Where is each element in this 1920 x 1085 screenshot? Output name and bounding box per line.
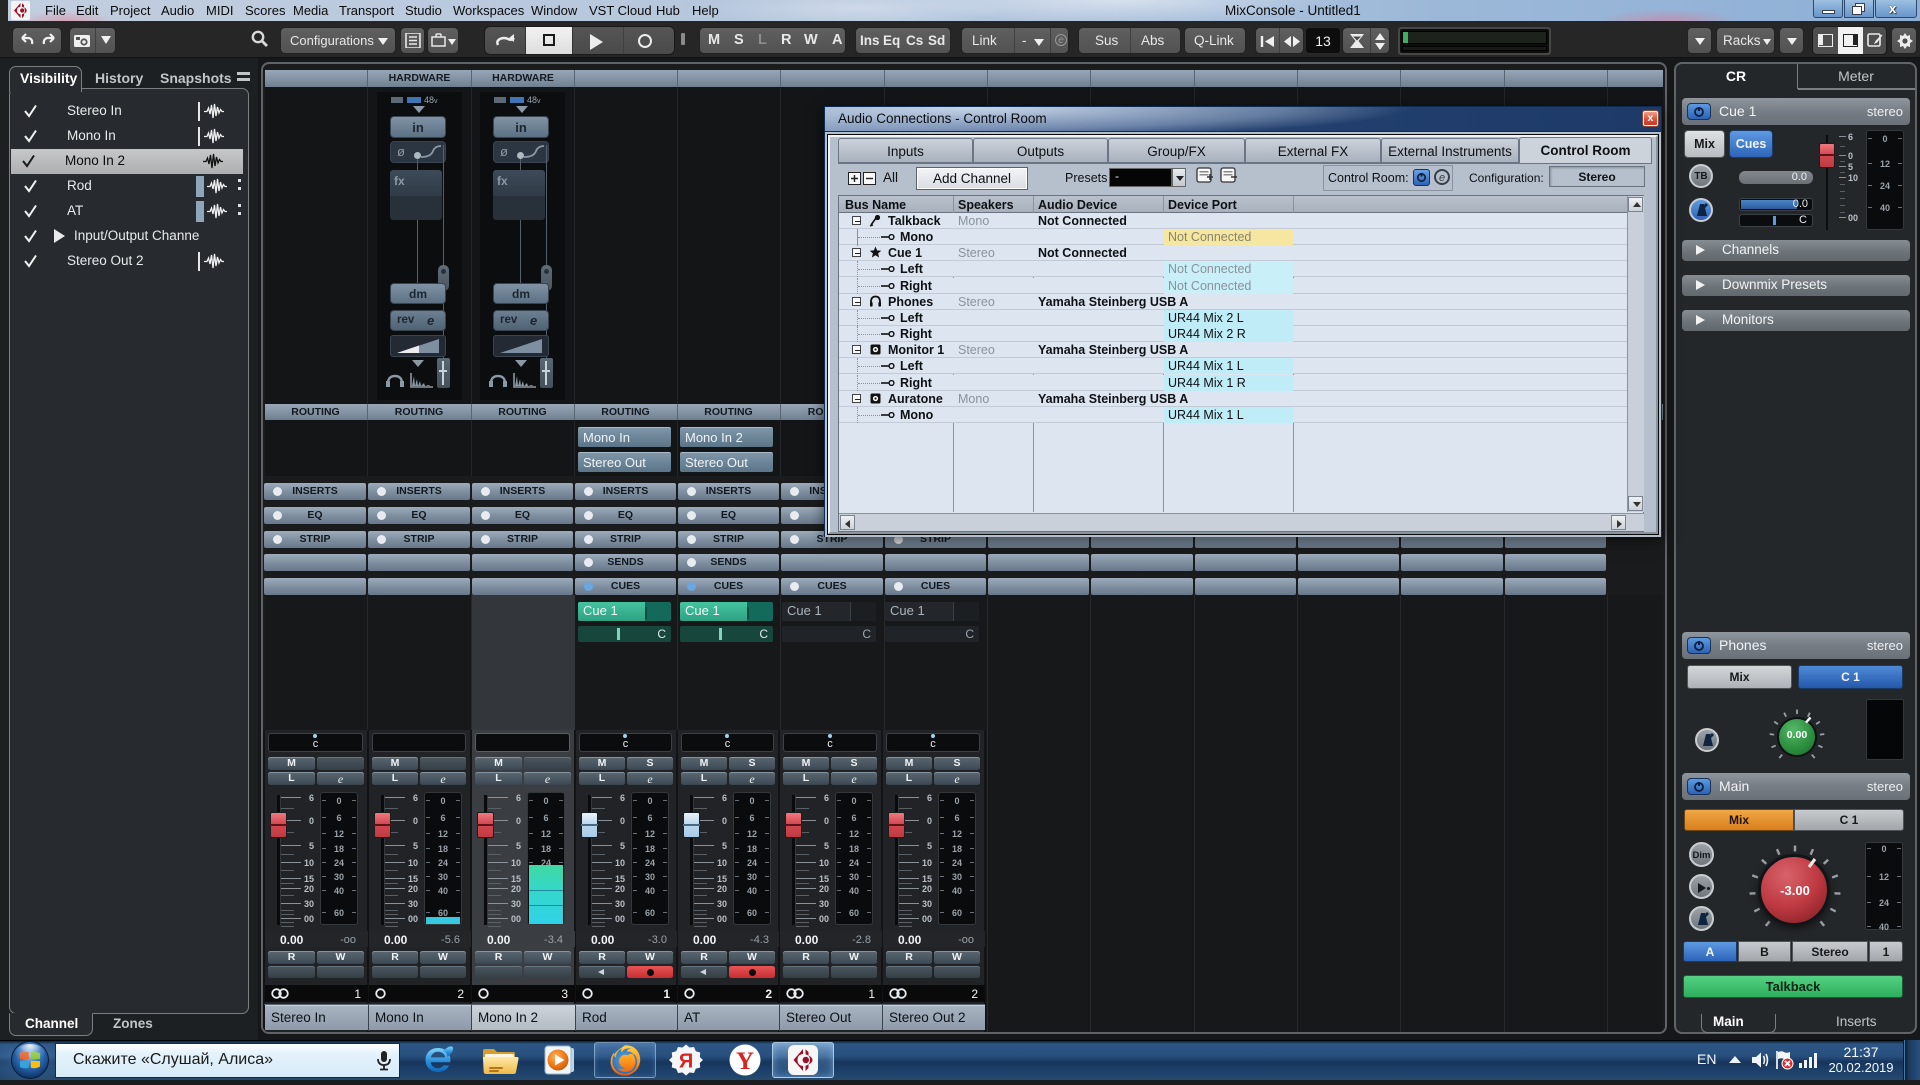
svg-text:Я: Я [679,1051,693,1073]
svg-text:Y: Y [736,1048,754,1075]
